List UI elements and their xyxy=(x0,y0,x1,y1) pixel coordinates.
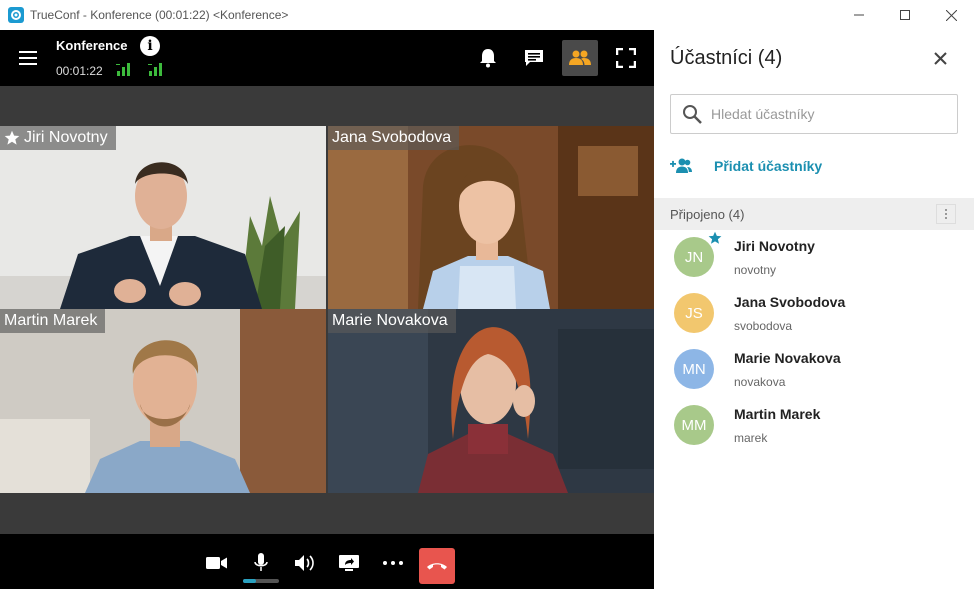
video-tile-martin-marek[interactable]: Martin Marek xyxy=(0,309,326,493)
tile-name: Jiri Novotny xyxy=(24,129,108,146)
avatar: JN xyxy=(674,231,722,277)
avatar: JS xyxy=(674,293,714,333)
chat-button[interactable] xyxy=(516,40,552,76)
conference-name: Konference xyxy=(56,38,128,53)
participant-search-field[interactable] xyxy=(670,94,958,134)
conference-topbar: Konference i 00:01:22 xyxy=(0,30,654,86)
participant-name: Martin Marek xyxy=(734,406,821,422)
close-icon xyxy=(945,9,957,21)
window-title: TrueConf - Konference (00:01:22) <Konfer… xyxy=(30,8,289,22)
close-icon xyxy=(933,51,947,65)
microphone-icon xyxy=(254,553,268,571)
section-label: Připojeno (4) xyxy=(670,207,745,222)
participants-panel: Účastníci (4) Přidat účastníky Připojeno… xyxy=(654,30,974,589)
video-tile-marie-novakova[interactable]: Marie Novakova xyxy=(328,309,654,493)
avatar: MM xyxy=(674,405,714,445)
tile-name: Jana Svobodova xyxy=(332,129,452,146)
participant-name: Marie Novakova xyxy=(734,350,841,366)
camera-button[interactable] xyxy=(199,545,235,581)
speaker-icon xyxy=(295,555,314,571)
hangup-button[interactable] xyxy=(419,548,455,584)
minimize-icon xyxy=(854,14,864,16)
phone-hangup-icon xyxy=(427,563,447,570)
tile-name: Marie Novakova xyxy=(332,312,448,329)
tile-name-label: Martin Marek xyxy=(0,309,106,333)
share-screen-button[interactable] xyxy=(331,545,367,581)
participant-login: novotny xyxy=(734,263,777,277)
more-button[interactable] xyxy=(375,545,411,581)
users-icon xyxy=(569,50,591,65)
owner-star-icon xyxy=(708,231,722,244)
fullscreen-icon xyxy=(616,48,636,68)
participant-login: marek xyxy=(734,431,768,445)
info-icon[interactable]: i xyxy=(140,36,160,56)
signal-strength-icon xyxy=(116,63,130,76)
panel-close-button[interactable] xyxy=(928,46,952,70)
chat-icon xyxy=(525,50,543,66)
microphone-button[interactable] xyxy=(243,545,279,581)
bell-icon xyxy=(480,49,496,68)
maximize-button[interactable] xyxy=(882,0,928,30)
participant-video xyxy=(328,126,654,309)
star-icon xyxy=(4,130,20,145)
speaker-button[interactable] xyxy=(287,545,323,581)
fullscreen-button[interactable] xyxy=(608,40,644,76)
participant-name: Jana Svobodova xyxy=(734,294,846,310)
window-titlebar: TrueConf - Konference (00:01:22) <Konfer… xyxy=(0,0,974,30)
connected-section-header: Připojeno (4) xyxy=(654,198,974,230)
section-menu-button[interactable] xyxy=(936,204,956,224)
video-grid: Jiri Novotny Jana Svobodova Martin Marek… xyxy=(0,126,654,493)
tile-name-label: Jiri Novotny xyxy=(0,126,116,150)
video-tile-jana-svobodova[interactable]: Jana Svobodova xyxy=(328,126,654,309)
controls-bar xyxy=(0,534,654,589)
tile-name-label: Jana Svobodova xyxy=(328,126,460,150)
add-participants-label: Přidat účastníky xyxy=(714,158,823,174)
add-participants-button[interactable]: Přidat účastníky xyxy=(670,152,822,180)
tile-name: Martin Marek xyxy=(4,312,98,329)
hamburger-icon xyxy=(19,51,37,65)
share-screen-icon xyxy=(339,555,359,571)
participant-item[interactable]: MN Marie Novakova novakova xyxy=(654,342,974,398)
trueconf-logo-icon xyxy=(8,7,24,23)
participant-video xyxy=(0,126,326,309)
signal-strength-icon xyxy=(148,63,162,76)
avatar: MN xyxy=(674,349,714,389)
maximize-icon xyxy=(900,10,910,20)
add-user-icon xyxy=(670,158,692,173)
camera-icon xyxy=(206,557,227,569)
search-icon xyxy=(683,105,702,124)
search-input[interactable] xyxy=(711,106,941,122)
participant-name: Jiri Novotny xyxy=(734,238,815,254)
video-area: Konference i 00:01:22 Jiri Novotny Jana … xyxy=(0,30,654,589)
participant-login: svobodova xyxy=(734,319,793,333)
mic-level-indicator xyxy=(243,579,279,583)
panel-title: Účastníci (4) xyxy=(670,47,783,69)
participant-login: novakova xyxy=(734,375,786,389)
participant-item[interactable]: MM Martin Marek marek xyxy=(654,398,974,454)
participant-video xyxy=(0,309,326,493)
tile-name-label: Marie Novakova xyxy=(328,309,456,333)
participants-button[interactable] xyxy=(562,40,598,76)
minimize-button[interactable] xyxy=(836,0,882,30)
more-icon xyxy=(383,561,403,565)
video-tile-jiri-novotny[interactable]: Jiri Novotny xyxy=(0,126,326,309)
window-close-button[interactable] xyxy=(928,0,974,30)
notifications-button[interactable] xyxy=(470,40,506,76)
participant-item[interactable]: JS Jana Svobodova svobodova xyxy=(654,286,974,342)
menu-button[interactable] xyxy=(14,46,42,70)
participant-item[interactable]: JN Jiri Novotny novotny xyxy=(654,230,974,286)
participant-video xyxy=(328,309,654,493)
conference-timer: 00:01:22 xyxy=(56,64,103,78)
